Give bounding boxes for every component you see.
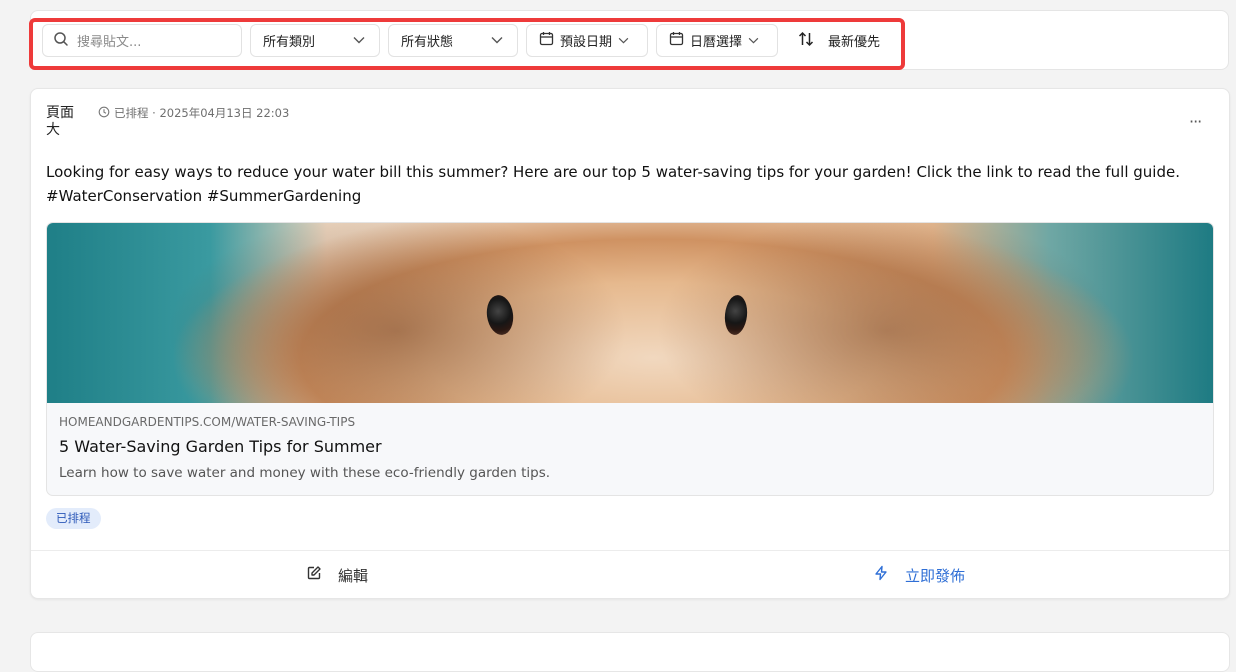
- link-domain: HOMEANDGARDENTIPS.COM/WATER-SAVING-TIPS: [59, 415, 356, 429]
- chevron-down-icon: [618, 33, 629, 48]
- lightning-icon: [873, 565, 889, 585]
- link-description: Learn how to save water and money with t…: [59, 465, 551, 481]
- rabbit-eye: [484, 293, 516, 337]
- calendar-icon: [669, 31, 684, 50]
- edit-button[interactable]: 編輯: [306, 562, 368, 588]
- publish-now-button[interactable]: 立即發佈: [873, 562, 965, 588]
- status-select[interactable]: 所有狀態: [388, 24, 518, 57]
- rabbit-eye: [722, 293, 750, 337]
- next-post-card: [30, 632, 1230, 672]
- search-input[interactable]: 搜尋貼文...: [42, 24, 242, 57]
- edit-icon: [306, 565, 322, 585]
- post-meta: 已排程 · 2025年04月13日 22:03: [98, 105, 289, 121]
- status-select-value: 所有狀態: [401, 35, 454, 50]
- link-preview-image: [47, 223, 1213, 403]
- chevron-down-icon: [353, 33, 365, 48]
- divider: [31, 550, 1229, 551]
- sort-label: 最新優先: [828, 35, 881, 50]
- date-preset-label: 預設日期: [560, 35, 613, 50]
- calendar-select-button[interactable]: 日曆選擇: [656, 24, 778, 57]
- sort-arrows-icon: [798, 31, 814, 51]
- status-badge: 已排程: [46, 508, 101, 529]
- avatar: 頁面大: [46, 105, 80, 141]
- chevron-down-icon: [748, 33, 759, 48]
- edit-label: 編輯: [338, 566, 369, 585]
- clock-icon: [98, 106, 110, 121]
- more-options-icon[interactable]: ···: [1189, 112, 1202, 131]
- post-text-line: Looking for easy ways to reduce your wat…: [46, 163, 1180, 181]
- search-icon: [53, 31, 69, 51]
- link-title: 5 Water-Saving Garden Tips for Summer: [59, 437, 382, 456]
- link-preview-card[interactable]: HOMEANDGARDENTIPS.COM/WATER-SAVING-TIPS …: [46, 222, 1214, 496]
- sort-button[interactable]: 最新優先: [786, 24, 898, 57]
- chevron-down-icon: [491, 33, 503, 48]
- category-select-value: 所有類別: [263, 35, 316, 50]
- post-meta-text: 已排程 · 2025年04月13日 22:03: [114, 106, 290, 120]
- avatar-alt-text: 頁面大: [46, 105, 74, 138]
- category-select[interactable]: 所有類別: [250, 24, 380, 57]
- post-hashtags: #WaterConservation #SummerGardening: [46, 187, 362, 205]
- calendar-select-label: 日曆選擇: [690, 35, 743, 50]
- post-body: Looking for easy ways to reduce your wat…: [46, 160, 1196, 208]
- publish-now-label: 立即發佈: [905, 566, 966, 585]
- search-placeholder: 搜尋貼文...: [77, 35, 142, 50]
- date-preset-button[interactable]: 預設日期: [526, 24, 648, 57]
- calendar-icon: [539, 31, 554, 50]
